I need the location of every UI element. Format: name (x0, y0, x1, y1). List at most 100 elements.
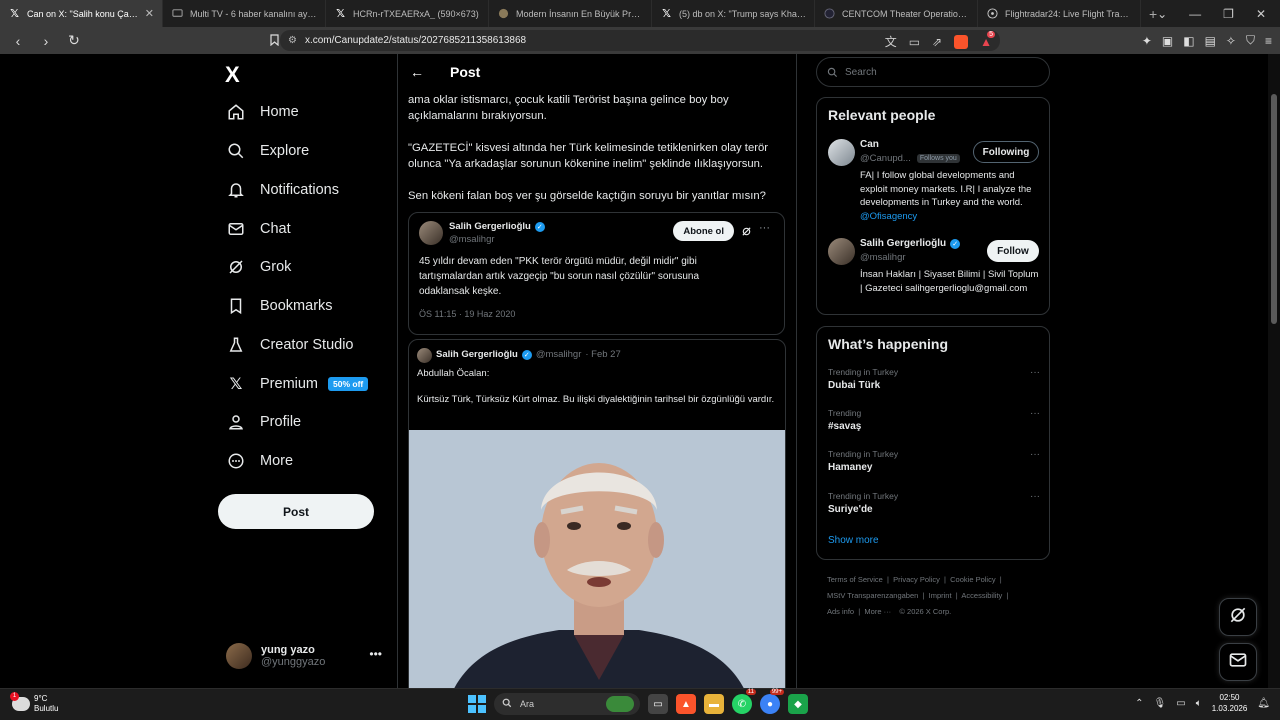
weather-widget[interactable]: 1 9°C Bulutlu (10, 692, 58, 714)
footer-link[interactable]: MStV Transparenzangaben (827, 591, 918, 600)
nav-item-more[interactable]: More (226, 448, 293, 474)
back-arrow-icon[interactable]: ← (410, 64, 424, 80)
post-timestamp[interactable]: ÖS 11:15 · 19 Haz 2020 (419, 309, 515, 319)
leo-ai-icon[interactable]: ✧ (1226, 34, 1236, 48)
close-window-icon[interactable]: ✕ (1256, 7, 1266, 21)
nav-item-notifications[interactable]: Notifications (226, 177, 339, 203)
footer-link[interactable]: Cookie Policy (950, 575, 995, 584)
browser-tab-2[interactable]: 𝕏 HCRn-rTXEAERxA_ (590×673) (326, 0, 489, 27)
more-dots-icon[interactable]: ··· (1030, 408, 1040, 419)
avatar[interactable] (419, 221, 443, 245)
nav-item-profile[interactable]: Profile (226, 409, 301, 435)
scrollbar-thumb[interactable] (1271, 94, 1277, 324)
share-icon[interactable]: ⇗ (932, 35, 942, 49)
brave-shields-icon[interactable] (954, 34, 969, 49)
author-name[interactable]: Salih Gergerlioğlu (436, 349, 518, 360)
trend-item[interactable]: Trending in Turkey Hamaney ··· (828, 449, 1040, 473)
page-scrollbar[interactable] (1268, 54, 1280, 688)
volume-icon[interactable]: 🔈︎ (1196, 698, 1202, 709)
trend-item[interactable]: Trending in Turkey Suriye'de ··· (828, 491, 1040, 515)
following-button[interactable]: Following (973, 141, 1039, 163)
extensions-icon[interactable]: ✦ (1142, 34, 1152, 48)
avatar[interactable] (828, 139, 855, 166)
forward-icon[interactable]: › (36, 33, 56, 49)
browser-tab-3[interactable]: Modern İnsanın En Büyük Problemi (489, 0, 652, 27)
vpn-icon[interactable]: ⛉ (1246, 33, 1255, 48)
browser-tab-1[interactable]: Multi TV - 6 haber kanalını aynı anda (163, 0, 326, 27)
avatar[interactable] (417, 348, 432, 363)
chevron-up-icon[interactable]: ⌃ (1135, 698, 1143, 709)
browser-tab-0[interactable]: 𝕏 Can on X: "Salih konu Çatlı olunca ✕ (0, 0, 163, 27)
bio-link[interactable]: @Ofisagency (860, 211, 917, 222)
browser-tab-5[interactable]: CENTCOM Theater Operations Map (815, 0, 978, 27)
footer-link[interactable]: More ··· (864, 607, 891, 616)
more-dots-icon[interactable]: ··· (1030, 367, 1040, 378)
nav-item-explore[interactable]: Explore (226, 138, 309, 164)
clock[interactable]: 02:50 1.03.2026 (1212, 692, 1248, 714)
footer-link[interactable]: Accessibility (961, 591, 1002, 600)
grok-fab-button[interactable] (1219, 598, 1257, 636)
messenger-app-icon[interactable]: ● 99+ (760, 689, 784, 714)
footer-link[interactable]: Privacy Policy (893, 575, 940, 584)
avatar[interactable] (828, 238, 855, 265)
nav-item-creator-studio[interactable]: Creator Studio (226, 332, 354, 358)
reload-icon[interactable]: ↻ (64, 32, 84, 49)
nav-item-grok[interactable]: Grok (226, 254, 291, 280)
network-icon[interactable]: ▭ (1176, 698, 1185, 709)
show-more-link[interactable]: Show more (828, 535, 879, 546)
follow-button[interactable]: Follow (987, 240, 1039, 262)
more-dots-icon[interactable]: ••• (369, 647, 382, 661)
person-name-row[interactable]: Salih Gergerlioğlu ✓ (860, 238, 961, 249)
footer-link[interactable]: Terms of Service (827, 575, 883, 584)
android-app-icon[interactable]: ◆ (788, 694, 808, 714)
nav-item-premium[interactable]: 𝕏 Premium 50% off (226, 371, 369, 397)
taskbar-search[interactable]: Ara (494, 693, 640, 715)
more-dots-icon[interactable]: ··· (1030, 449, 1040, 460)
task-view-icon[interactable]: ▭ (648, 694, 668, 714)
quoted-post[interactable]: Salih Gergerlioğlu ✓ @msalihgr Abone ol … (408, 212, 785, 335)
trend-item[interactable]: Trending #savaş ··· (828, 408, 1040, 432)
nav-item-chat[interactable]: Chat (226, 216, 291, 242)
whatsapp-icon[interactable]: ✆ 11 (732, 689, 756, 714)
subscribe-button[interactable]: Abone ol (673, 221, 734, 241)
x-logo[interactable]: X (225, 62, 240, 88)
cast-icon[interactable]: ▭ (909, 35, 920, 49)
footer-link[interactable]: Imprint (929, 591, 952, 600)
grok-icon[interactable] (741, 224, 752, 242)
address-bar[interactable]: ⚙ x.com/Canupdate2/status/20276852113586… (280, 30, 1000, 51)
tab-search-icon[interactable]: ▣ (1162, 34, 1173, 48)
search-input[interactable]: Search (816, 57, 1050, 87)
more-dots-icon[interactable]: ··· (1030, 491, 1040, 502)
translate-icon[interactable]: 文 (885, 33, 897, 50)
minimize-icon[interactable]: — (1189, 7, 1201, 21)
messages-fab-button[interactable] (1219, 643, 1257, 681)
wallet-icon[interactable]: ▤ (1205, 34, 1216, 48)
post-button[interactable]: Post (218, 494, 374, 529)
back-icon[interactable]: ‹ (8, 33, 28, 49)
notifications-icon[interactable]: 🔔︎ (1257, 698, 1270, 709)
brave-browser-icon[interactable]: ▲ (676, 694, 696, 714)
sidebar-icon[interactable]: ◧ (1183, 34, 1194, 48)
quoted-author-name[interactable]: Salih Gergerlioğlu ✓ (449, 221, 545, 232)
browser-tab-4[interactable]: 𝕏 (5) db on X: "Trump says Khamenei ... (652, 0, 815, 27)
nav-item-home[interactable]: Home (226, 99, 299, 125)
menu-icon[interactable]: ≡ (1265, 34, 1272, 48)
site-info-icon[interactable]: ⚙ (288, 35, 297, 46)
footer-link[interactable]: Ads info (827, 607, 854, 616)
post-image[interactable] (409, 430, 785, 688)
nav-item-bookmarks[interactable]: Bookmarks (226, 293, 333, 319)
account-switcher[interactable]: yung yazo @yunggyazo ••• (226, 643, 386, 669)
person-name[interactable]: Can (860, 139, 879, 150)
microphone-icon[interactable]: 🎙︎ (1154, 698, 1167, 709)
brave-rewards-icon[interactable]: ▲ 5 (980, 30, 996, 49)
new-tab-icon[interactable]: + (1149, 6, 1157, 22)
dropdown-icon[interactable]: ⌄ (1157, 7, 1167, 21)
browser-tab-6[interactable]: Flightradar24: Live Flight Tracker - Re (978, 0, 1141, 27)
close-tab-icon[interactable]: ✕ (145, 7, 154, 20)
maximize-icon[interactable]: ❐ (1223, 7, 1234, 21)
trend-item[interactable]: Trending in Turkey Dubai Türk ··· (828, 367, 1040, 391)
nested-quoted-post[interactable]: Salih Gergerlioğlu ✓ @msalihgr · Feb 27 … (408, 339, 786, 688)
windows-start-icon[interactable] (468, 695, 486, 713)
file-explorer-icon[interactable]: ▬ (704, 694, 724, 714)
more-dots-icon[interactable]: ··· (759, 222, 770, 234)
